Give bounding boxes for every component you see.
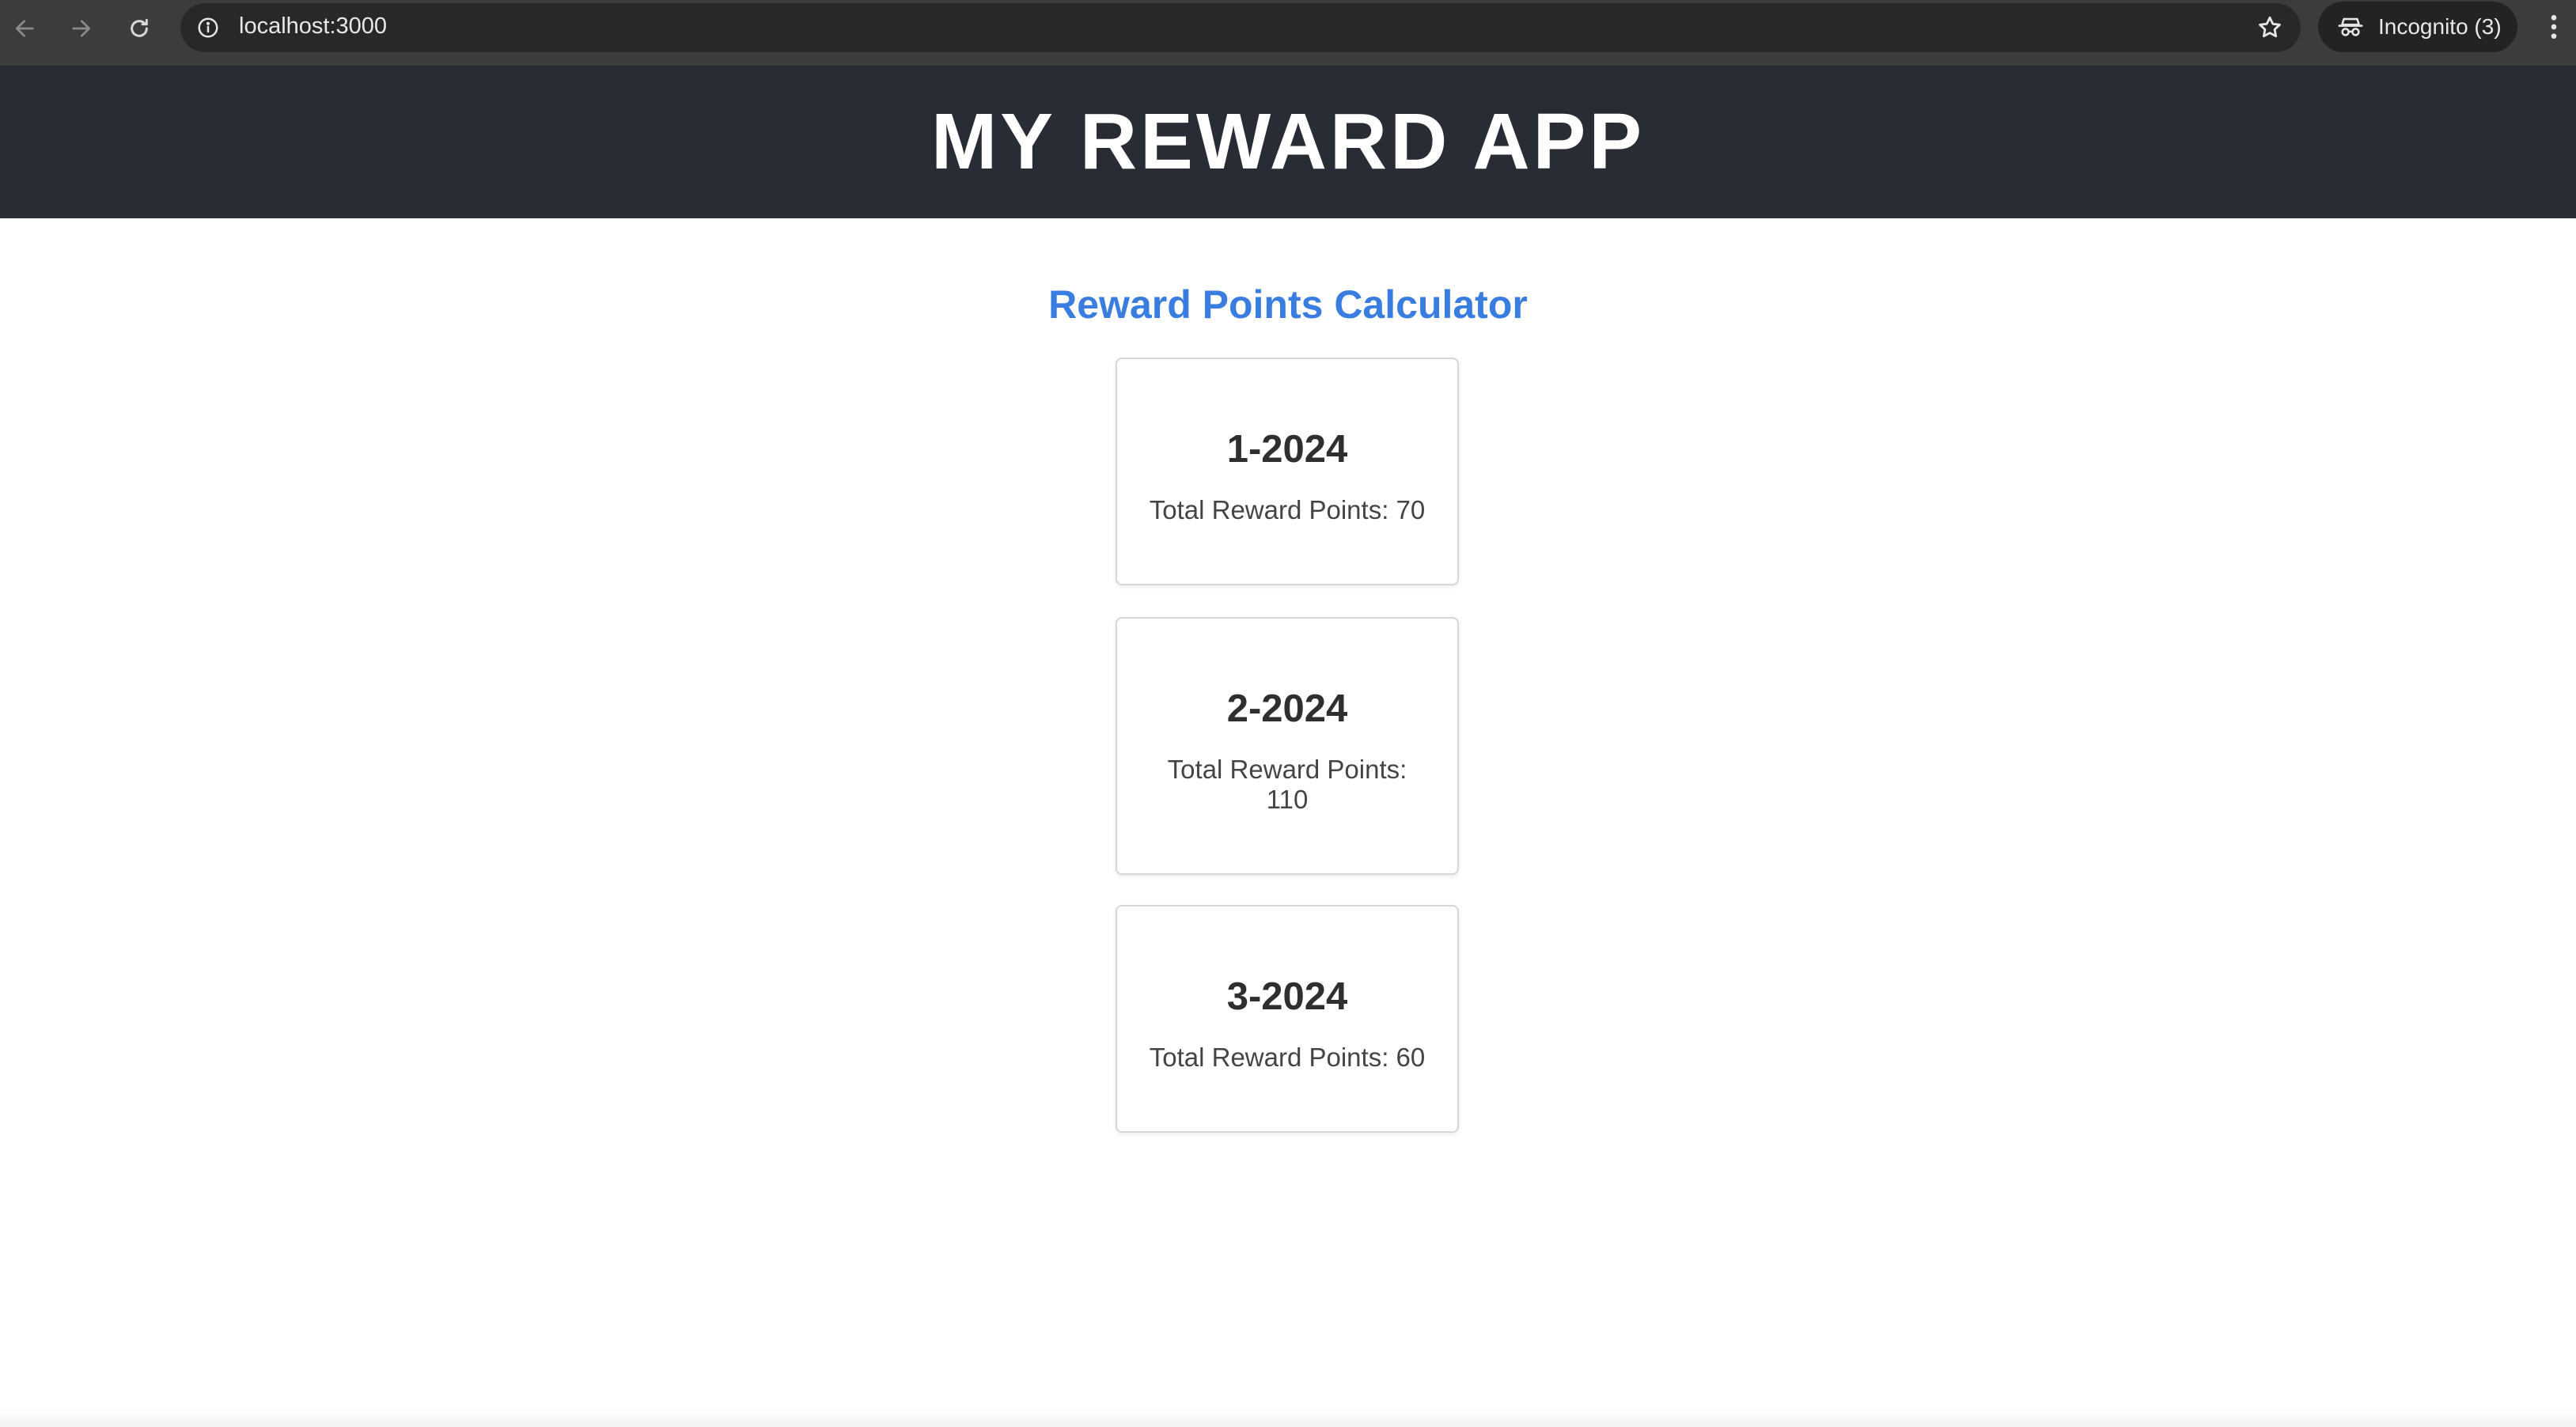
card-points: Total Reward Points: 60 [1149, 1043, 1426, 1072]
app-header: MY REWARD APP [0, 66, 2576, 218]
star-icon[interactable] [2256, 14, 2283, 41]
reward-card: 1-2024 Total Reward Points: 70 [1116, 358, 1459, 585]
card-points: Total Reward Points: 70 [1149, 495, 1426, 524]
info-icon[interactable] [196, 16, 220, 40]
incognito-button[interactable]: Incognito (3) [2318, 2, 2517, 52]
reload-icon[interactable] [122, 11, 157, 46]
more-vert-icon[interactable] [2538, 11, 2570, 43]
section-title: Reward Points Calculator [1048, 282, 1528, 327]
incognito-label: Incognito (3) [2378, 14, 2502, 39]
page-bottom-edge [0, 1408, 2576, 1427]
forward-arrow-icon[interactable] [63, 11, 98, 46]
browser-toolbar: localhost:3000 Incognito (3) [0, 0, 2576, 66]
reward-card: 3-2024 Total Reward Points: 60 [1116, 905, 1459, 1133]
card-points: Total Reward Points: 110 [1167, 755, 1407, 814]
incognito-icon [2338, 17, 2363, 36]
url-text[interactable]: localhost:3000 [239, 13, 387, 40]
card-month: 1-2024 [1226, 428, 1348, 471]
reward-card: 2-2024 Total Reward Points: 110 [1116, 617, 1459, 875]
app-title: MY REWARD APP [930, 97, 1646, 186]
card-month: 3-2024 [1226, 975, 1348, 1018]
address-bar[interactable]: localhost:3000 [180, 3, 2301, 52]
back-arrow-icon[interactable] [8, 11, 43, 46]
card-month: 2-2024 [1226, 687, 1348, 730]
